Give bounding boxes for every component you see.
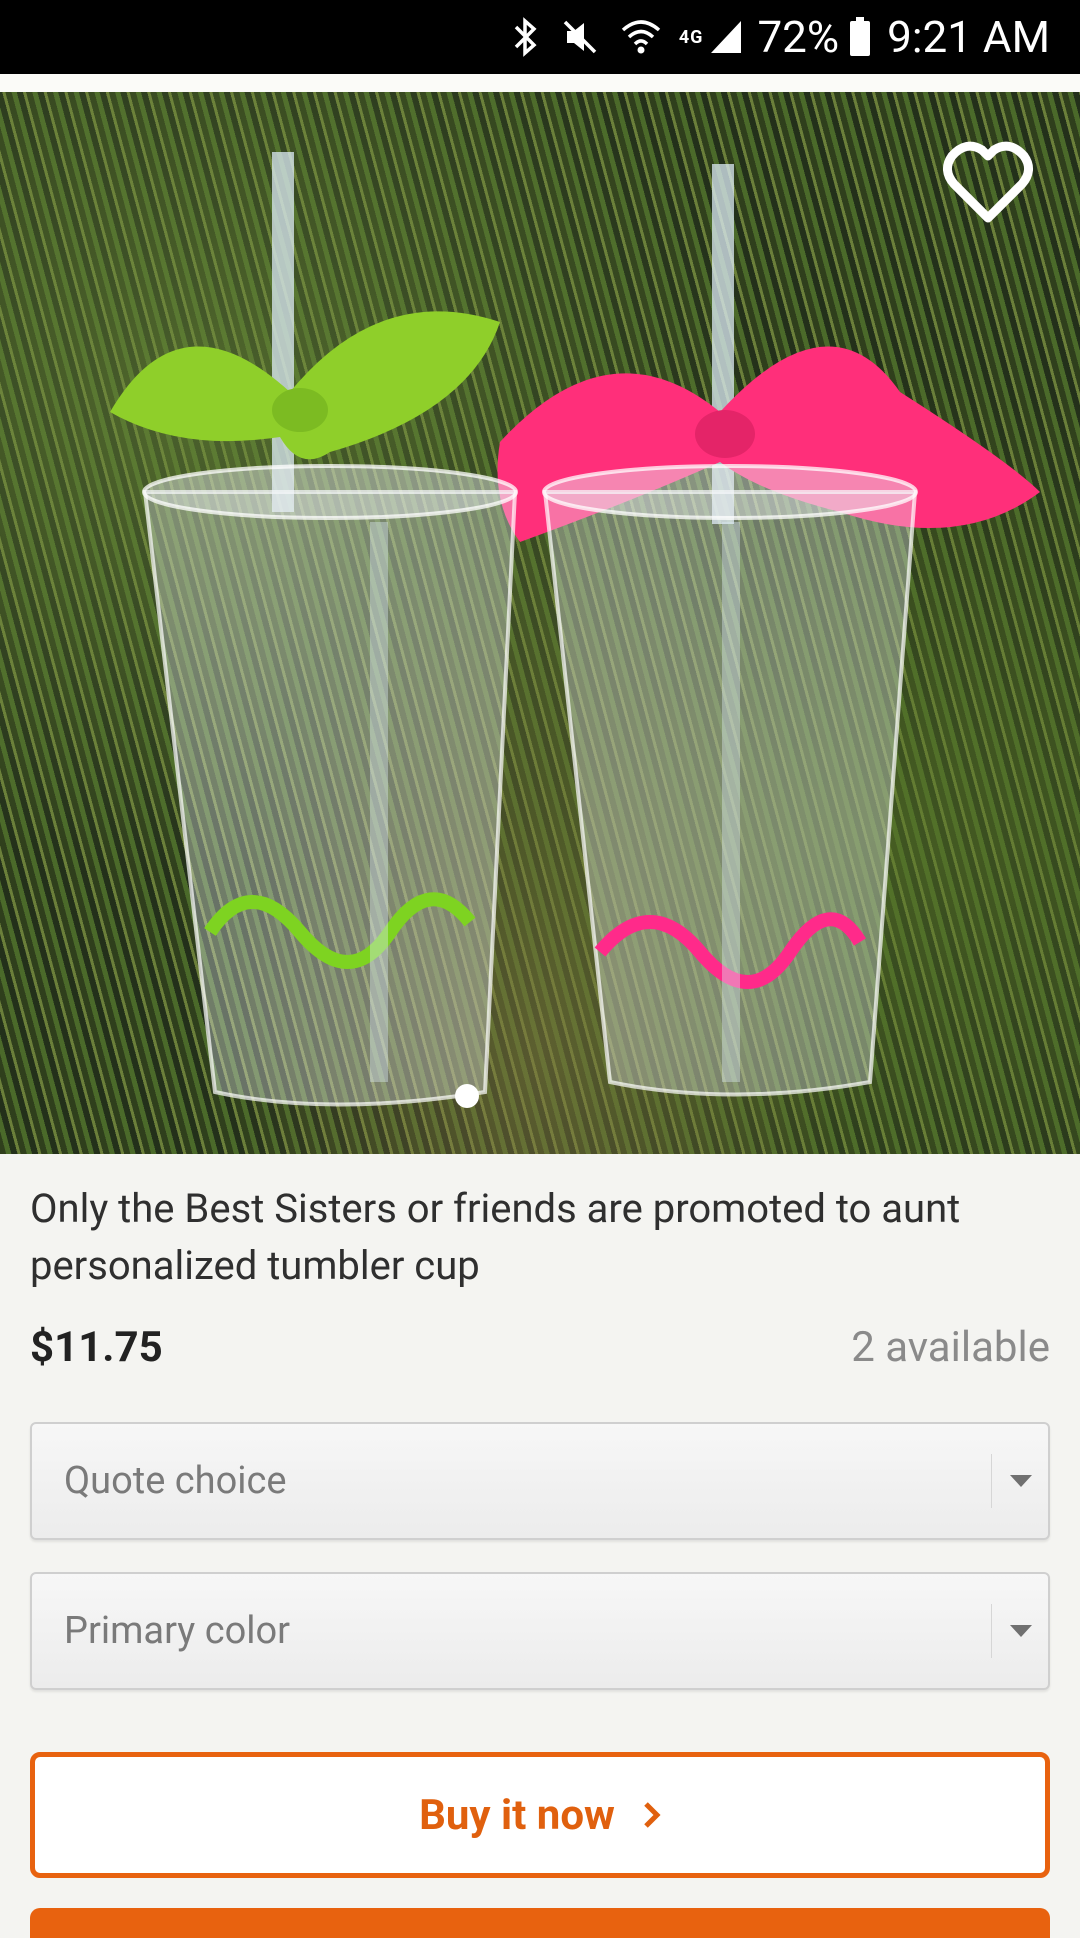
battery-percent: 72% [757, 11, 840, 63]
dropdown-arrow-icon [1010, 1625, 1032, 1637]
chevron-right-icon [643, 1801, 661, 1829]
top-strip [0, 74, 1080, 93]
carousel-dot-active[interactable] [455, 1084, 479, 1108]
favorite-heart-icon[interactable] [938, 132, 1038, 232]
select-divider [991, 1454, 992, 1508]
bluetooth-icon [513, 17, 539, 57]
dropdown-arrow-icon [1010, 1475, 1032, 1487]
select-divider [991, 1604, 992, 1658]
wifi-icon [621, 18, 661, 56]
carousel-indicator [455, 1084, 479, 1108]
tumblers-illustration [110, 152, 1040, 1107]
availability-count: 2 available [851, 1323, 1050, 1372]
clock: 9:21 AM [887, 11, 1050, 63]
quote-choice-label: Quote choice [64, 1459, 287, 1503]
battery-icon [849, 17, 871, 57]
network-type: 4G [678, 26, 704, 48]
product-title: Only the Best Sisters or friends are pro… [30, 1185, 961, 1289]
buy-it-now-button[interactable]: Buy it now [30, 1752, 1050, 1878]
primary-color-label: Primary color [64, 1609, 291, 1653]
signal-icon [709, 19, 743, 55]
buy-it-now-label: Buy it now [419, 1790, 615, 1840]
status-bar: 4G 72% 9:21 AM [0, 0, 1080, 74]
product-image[interactable] [0, 92, 1080, 1154]
primary-color-select[interactable]: Primary color [30, 1572, 1050, 1690]
add-to-cart-button[interactable] [30, 1908, 1050, 1938]
quote-choice-select[interactable]: Quote choice [30, 1422, 1050, 1540]
product-price: $11.75 [30, 1323, 163, 1372]
mute-icon [561, 18, 599, 56]
